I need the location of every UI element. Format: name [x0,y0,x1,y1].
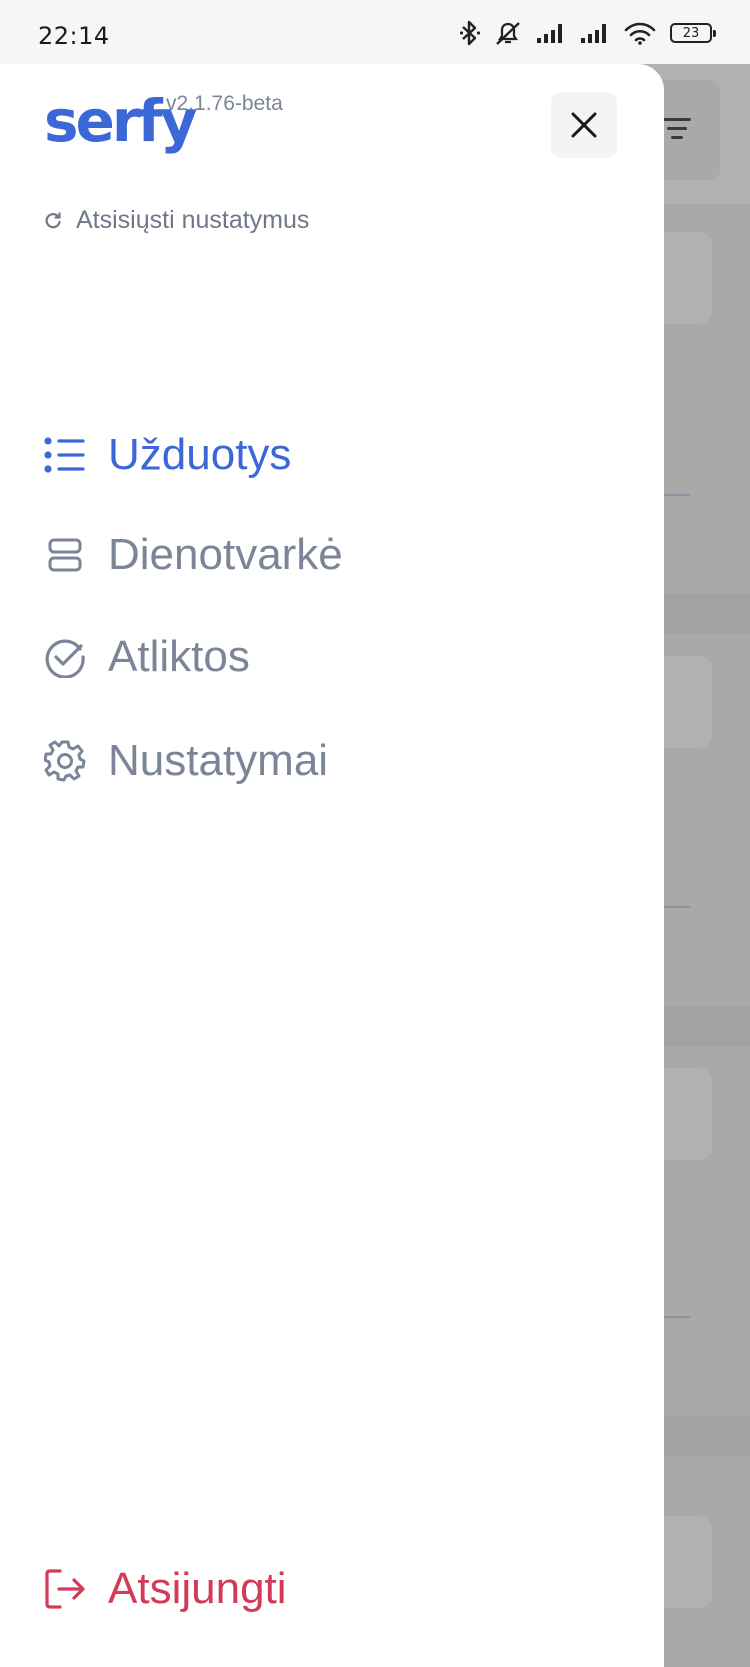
nav-item-label: Nustatymai [108,736,329,785]
signal-icon [537,24,562,43]
status-icons: 23 [460,20,716,46]
nav-item-completed[interactable]: Atliktos [44,632,250,682]
close-icon [571,112,597,138]
status-bar: 22:14 23 [0,0,750,64]
sync-settings-label: Atsisiųsti nustatymus [76,206,310,234]
nav-item-agenda[interactable]: Dienotvarkė [44,530,343,580]
check-circle-icon [44,636,86,678]
agenda-icon [44,534,86,576]
status-time: 22:14 [38,22,110,50]
logout-label: Atsijungti [108,1564,287,1613]
gear-icon [44,740,86,782]
navigation-drawer: serfy v2.1.76-beta Atsisiųsti nustatymus… [0,64,664,1667]
close-button[interactable] [551,92,617,158]
mute-icon [496,22,520,45]
bluetooth-icon [460,20,480,46]
nav-item-settings[interactable]: Nustatymai [44,736,328,786]
app-version: v2.1.76-beta [166,92,283,115]
battery-level: 23 [682,25,700,41]
nav-item-label: Užduotys [108,430,292,479]
logout-button[interactable]: Atsijungti [44,1564,287,1614]
wifi-icon [624,22,656,45]
refresh-icon [45,211,61,228]
nav-item-label: Atliktos [108,632,250,681]
battery-icon: 23 [670,23,716,43]
nav-item-tasks[interactable]: Užduotys [44,430,291,480]
signal-icon [581,24,606,43]
nav-item-label: Dienotvarkė [108,530,343,579]
logout-icon [44,1568,86,1610]
list-icon [44,434,86,476]
sync-settings-link[interactable]: Atsisiųsti nustatymus [44,206,309,235]
